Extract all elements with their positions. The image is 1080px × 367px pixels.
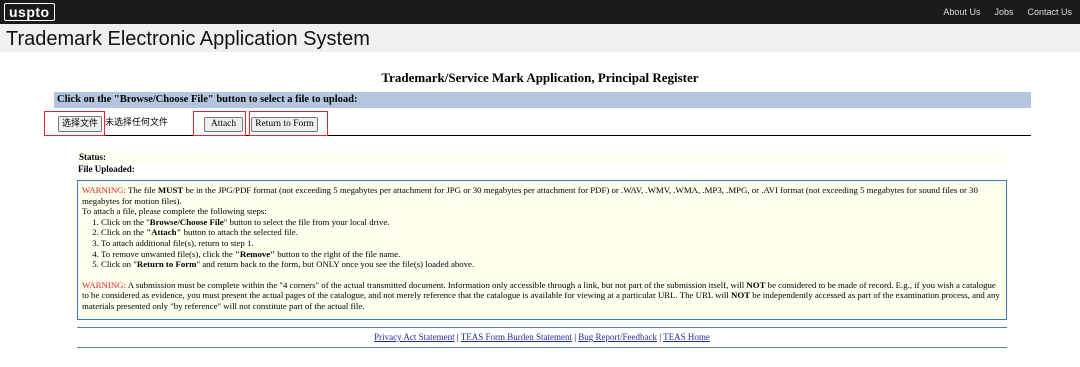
warning-label: WARNING:: [82, 279, 126, 290]
top-bar: uspto About Us Jobs Contact Us: [0, 0, 1080, 24]
privacy-act-link[interactable]: Privacy Act Statement: [374, 332, 454, 342]
upload-instruction-bar: Click on the "Browse/Choose File" button…: [54, 92, 1031, 108]
warning-text: be in the JPG/PDF format (not exceeding …: [82, 185, 978, 206]
footer-links: Privacy Act Statement | TEAS Form Burden…: [77, 327, 1007, 348]
warning-text: A submission must be complete within the…: [125, 279, 747, 290]
step-text: " button to select the file from your lo…: [223, 216, 390, 227]
step-bold: "Remove": [234, 248, 276, 259]
step-text: button to attach the selected file.: [181, 227, 298, 238]
app-title: Trademark Electronic Application System: [6, 28, 370, 50]
warning-not: NOT: [746, 279, 766, 290]
highlight-return: [249, 111, 328, 136]
nav-contact-us[interactable]: Contact Us: [1027, 7, 1072, 17]
warning-must: MUST: [157, 185, 184, 195]
page-title: Trademark/Service Mark Application, Prin…: [381, 70, 699, 85]
step-item: To attach additional file(s), return to …: [101, 238, 1002, 249]
app-header: Trademark Electronic Application System: [0, 24, 1080, 52]
highlight-attach: [193, 111, 246, 136]
step-text: Click on ": [101, 259, 137, 270]
step-text: Click on the ": [101, 216, 150, 227]
highlight-choose-file: [44, 111, 105, 136]
step-text: Click on the: [101, 227, 147, 238]
warning-label: WARNING:: [82, 185, 126, 195]
uspto-logo[interactable]: uspto: [4, 3, 55, 21]
file-uploaded-label: File Uploaded:: [78, 164, 135, 174]
bug-report-link[interactable]: Bug Report/Feedback: [578, 332, 657, 342]
warning-not: NOT: [731, 290, 751, 301]
teas-home-link[interactable]: TEAS Home: [663, 332, 710, 342]
step-bold: Browse/Choose File: [149, 216, 224, 227]
step-text: button to the right of the file name.: [275, 248, 401, 259]
top-nav: About Us Jobs Contact Us: [943, 0, 1072, 24]
burden-statement-link[interactable]: TEAS Form Burden Statement: [461, 332, 572, 342]
step-text: " and return back to the form, but ONLY …: [196, 259, 475, 270]
steps-intro: To attach a file, please complete the fo…: [82, 206, 267, 217]
steps-list: Click on the "Browse/Choose File" button…: [82, 217, 1002, 270]
step-bold: Return to Form: [136, 259, 197, 270]
warning-text: The file: [125, 185, 158, 195]
step-item: Click on "Return to Form" and return bac…: [101, 259, 1002, 270]
nav-jobs[interactable]: Jobs: [994, 7, 1013, 17]
warning-box: WARNING: The file MUST be in the JPG/PDF…: [77, 180, 1007, 320]
step-item: To remove unwanted file(s), click the "R…: [101, 249, 1002, 260]
step-item: Click on the "Attach" button to attach t…: [101, 227, 1002, 238]
step-item: Click on the "Browse/Choose File" button…: [101, 217, 1002, 228]
status-label: Status:: [77, 151, 1006, 163]
step-text: To remove unwanted file(s), click the: [101, 248, 235, 259]
step-bold: "Attach": [146, 227, 182, 238]
warning-paragraph-record: WARNING: A submission must be complete w…: [82, 280, 1002, 312]
no-file-selected-text: 未选择任何文件: [105, 118, 169, 128]
nav-about-us[interactable]: About Us: [943, 7, 980, 17]
status-area: Status: File Uploaded:: [77, 151, 1006, 175]
warning-paragraph-format: WARNING: The file MUST be in the JPG/PDF…: [82, 185, 1002, 206]
